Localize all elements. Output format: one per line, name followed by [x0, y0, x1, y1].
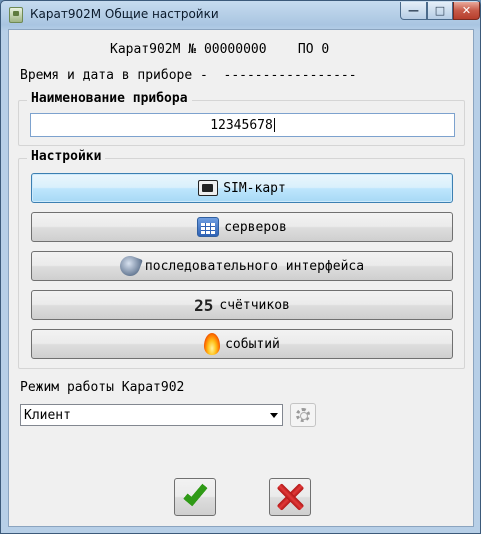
app-icon [9, 7, 23, 23]
settings-group-title: Настройки [27, 149, 106, 164]
device-time-line: Время и дата в приборе - ---------------… [20, 68, 357, 83]
checkmark-icon [183, 480, 208, 507]
window-title: Карат902М Общие настройки [30, 7, 219, 21]
device-time-label: Время и дата в приборе - [20, 68, 208, 83]
device-serial: 00000000 [203, 42, 267, 57]
gear-icon [296, 408, 310, 422]
counters-settings-button[interactable]: 25 счётчиков [31, 290, 453, 320]
operating-mode-label: Режим работы Карат902 [20, 380, 185, 395]
serial-interface-button-label: последовательного интерфейса [144, 258, 365, 274]
cancel-button[interactable] [269, 478, 311, 516]
text-caret [273, 118, 275, 132]
firmware-version: 0 [321, 42, 330, 57]
sim-card-button-label: SIM-карт [223, 180, 286, 196]
device-info-line: Карат902М № 00000000 ПО 0 [110, 42, 329, 57]
events-button-label: событий [225, 336, 280, 352]
sim-card-settings-button[interactable]: SIM-карт [31, 173, 453, 203]
counters-button-label: счётчиков [219, 297, 290, 313]
device-name-group-title: Наименование прибора [27, 91, 192, 106]
settings-window: Карат902М Общие настройки — □ ✕ Карат902… [0, 0, 481, 534]
ok-button[interactable] [174, 478, 216, 516]
chevron-down-icon [270, 413, 278, 418]
fire-icon [204, 333, 221, 355]
device-time-value: ----------------- [223, 68, 357, 83]
device-name-input[interactable]: 12345678 [30, 113, 455, 137]
maximize-button[interactable]: □ [427, 2, 453, 20]
dialog-body: Карат902М № 00000000 ПО 0 Время и дата в… [8, 29, 474, 527]
title-bar[interactable]: Карат902М Общие настройки — □ ✕ [1, 1, 480, 28]
operating-mode-select[interactable]: Клиент [20, 404, 283, 426]
serial-interface-settings-button[interactable]: последовательного интерфейса [31, 251, 453, 281]
servers-button-label: серверов [224, 219, 287, 235]
firmware-label: ПО [297, 42, 314, 57]
minimize-button[interactable]: — [400, 2, 427, 20]
events-settings-button[interactable]: событий [31, 329, 453, 359]
servers-settings-button[interactable]: серверов [31, 212, 453, 242]
cross-icon [276, 483, 304, 511]
device-name-value: 12345678 [210, 117, 273, 133]
mode-settings-button[interactable] [290, 403, 316, 427]
operating-mode-value: Клиент [24, 407, 71, 423]
counter-icon: 25 [194, 295, 214, 315]
serial-plug-icon [117, 253, 143, 279]
sim-card-icon [198, 180, 219, 196]
server-list-icon [197, 217, 220, 237]
device-model: Карат902М [110, 42, 181, 57]
number-sign: № [188, 42, 197, 57]
close-window-button[interactable]: ✕ [453, 2, 480, 20]
